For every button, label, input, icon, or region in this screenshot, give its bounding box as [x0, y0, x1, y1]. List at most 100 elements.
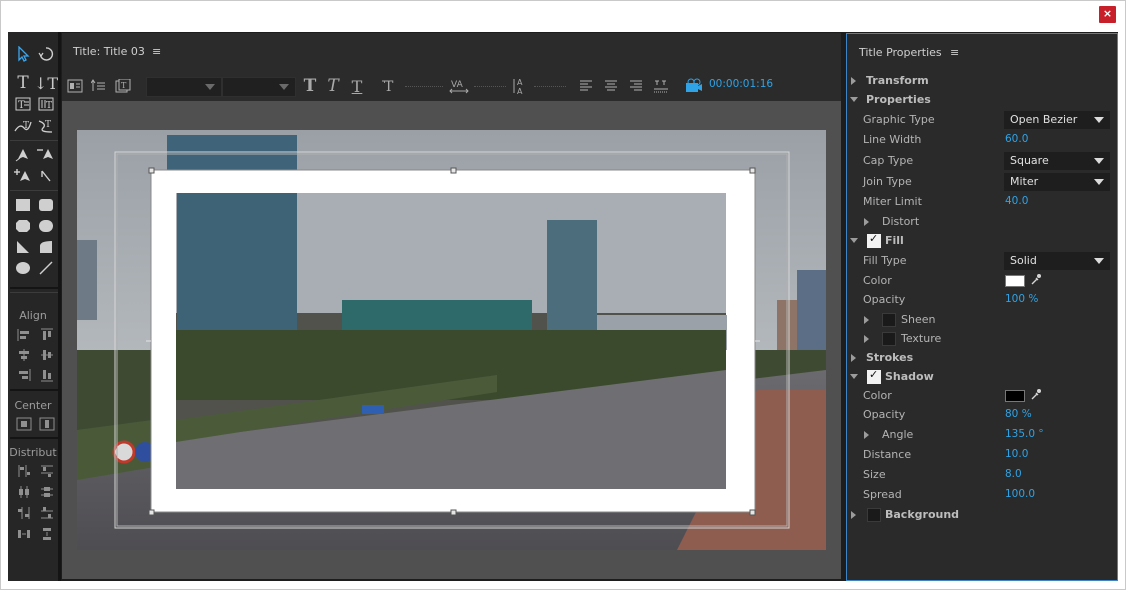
align-vertical-center-icon[interactable] [37, 345, 57, 365]
distort-row[interactable]: Distort [847, 213, 1117, 232]
font-size-icon[interactable]: T [382, 77, 400, 95]
shadow-spread-value[interactable]: 100.0 [1005, 488, 1035, 500]
svg-text:T: T [121, 81, 127, 90]
shadow-size-value[interactable]: 8.0 [1005, 468, 1022, 480]
distribute-vertical-space-icon[interactable] [37, 524, 57, 544]
shadow-opacity-value[interactable]: 80 % [1005, 408, 1032, 420]
distribute-vertical-center-icon[interactable] [37, 482, 57, 502]
svg-text:VA: VA [451, 80, 464, 90]
properties-panel-menu-icon[interactable]: ≡ [950, 46, 959, 59]
center-label: Center [14, 399, 52, 412]
selection-tool-icon[interactable] [13, 44, 33, 64]
shadow-distance-value[interactable]: 10.0 [1005, 448, 1028, 460]
align-top-icon[interactable] [37, 325, 57, 345]
section-properties[interactable]: Properties [847, 91, 1117, 110]
pen-tool-icon[interactable] [13, 144, 33, 164]
vertical-type-tool-icon[interactable]: ↓T [34, 73, 58, 93]
shadow-color-row: Color [847, 387, 1117, 406]
shadow-eyedropper-icon[interactable] [1030, 388, 1042, 404]
section-fill[interactable]: Fill [847, 232, 1117, 251]
sheen-checkbox[interactable] [882, 313, 896, 327]
align-text-right-icon[interactable] [627, 77, 645, 95]
align-text-left-icon[interactable] [577, 77, 595, 95]
area-type-tool-icon[interactable]: T [13, 94, 33, 114]
close-button[interactable]: × [1099, 6, 1116, 23]
align-horizontal-center-icon[interactable] [14, 345, 34, 365]
section-transform[interactable]: Transform [847, 72, 1117, 91]
distribute-horizontal-center-icon[interactable] [14, 482, 34, 502]
shadow-color-swatch[interactable] [1005, 390, 1025, 402]
svg-text:A: A [517, 78, 523, 87]
texture-checkbox[interactable] [882, 332, 896, 346]
wedge-tool-icon[interactable] [13, 237, 33, 257]
center-text-icon[interactable] [602, 77, 620, 95]
shadow-opacity-row: Opacity 80 % [863, 408, 1032, 421]
shadow-size-row: Size 8.0 [863, 468, 1022, 481]
distribute-bottom-icon[interactable] [37, 503, 57, 523]
arc-tool-icon[interactable] [36, 237, 56, 257]
roll-crawl-options-icon[interactable] [90, 77, 108, 95]
fill-opacity-row: Opacity 100 % [863, 293, 1039, 306]
shadow-spread-row: Spread 100.0 [863, 488, 1036, 501]
path-type-tool-icon[interactable]: T [13, 116, 33, 136]
cap-type-select[interactable]: Square [1004, 152, 1110, 170]
title-properties-panel: Title Properties ≡ Transform Properties … [846, 33, 1118, 581]
fill-eyedropper-icon[interactable] [1030, 273, 1042, 289]
fill-color-swatch[interactable] [1005, 275, 1025, 287]
convert-anchor-point-icon[interactable] [36, 166, 56, 186]
templates-icon[interactable]: T [114, 77, 132, 95]
fill-checkbox[interactable] [867, 232, 881, 248]
fill-opacity-value[interactable]: 100 % [1005, 293, 1038, 305]
align-right-icon[interactable] [14, 365, 34, 385]
texture-row[interactable]: Texture [847, 330, 1117, 349]
sheen-row[interactable]: Sheen [847, 311, 1117, 330]
show-background-video-icon[interactable] [684, 77, 704, 95]
title-panel-header: Title: Title 03 ≡ [62, 33, 841, 71]
new-title-icon[interactable] [66, 77, 84, 95]
graphic-type-select[interactable]: Open Bezier [1004, 111, 1110, 129]
bold-icon[interactable]: T [302, 76, 318, 96]
distribute-horizontal-space-icon[interactable] [14, 524, 34, 544]
font-family-dropdown[interactable] [146, 77, 222, 97]
background-checkbox[interactable] [867, 508, 881, 522]
align-bottom-icon[interactable] [37, 365, 57, 385]
title-toolbar: T T T T T VA AA 00:00:01:16 [62, 71, 841, 101]
underline-icon[interactable]: T [349, 77, 365, 96]
center-horizontally-icon[interactable] [14, 414, 34, 434]
rounded-rectangle-tool-icon[interactable] [36, 195, 56, 215]
section-strokes[interactable]: Strokes [847, 349, 1117, 368]
section-shadow[interactable]: Shadow [847, 368, 1117, 387]
leading-icon[interactable]: AA [510, 77, 530, 95]
rotation-tool-icon[interactable] [36, 44, 56, 64]
title-graphic-overlay[interactable] [77, 130, 826, 550]
tab-stops-icon[interactable] [652, 77, 670, 95]
fill-type-select[interactable]: Solid [1004, 252, 1110, 270]
kerning-icon[interactable]: VA [448, 77, 470, 95]
delete-anchor-point-icon[interactable] [36, 144, 56, 164]
shadow-angle-row: Angle 135.0 ° [847, 426, 1117, 445]
shadow-angle-value[interactable]: 135.0 ° [1005, 428, 1044, 440]
align-left-icon[interactable] [14, 325, 34, 345]
line-tool-icon[interactable] [36, 258, 56, 278]
miter-limit-value[interactable]: 40.0 [1005, 195, 1028, 207]
vertical-area-type-tool-icon[interactable]: T [36, 94, 56, 114]
font-style-dropdown[interactable] [222, 77, 296, 97]
rectangle-tool-icon[interactable] [13, 195, 33, 215]
shadow-checkbox[interactable] [867, 368, 881, 384]
join-type-select[interactable]: Miter [1004, 173, 1110, 191]
vertical-path-type-tool-icon[interactable]: T [36, 116, 56, 136]
ellipse-tool-icon[interactable] [13, 258, 33, 278]
type-tool-icon[interactable]: T [13, 73, 33, 93]
line-width-value[interactable]: 60.0 [1005, 133, 1028, 145]
distribute-right-icon[interactable] [14, 503, 34, 523]
distribute-top-icon[interactable] [37, 461, 57, 481]
title-panel-menu-icon[interactable]: ≡ [152, 45, 161, 58]
rounded-corner-rectangle-icon[interactable] [36, 216, 56, 236]
section-background[interactable]: Background [847, 506, 1117, 525]
italic-icon[interactable]: T [325, 76, 341, 96]
timecode-display[interactable]: 00:00:01:16 [709, 78, 773, 90]
add-anchor-point-icon[interactable] [13, 166, 33, 186]
center-vertically-icon[interactable] [37, 414, 57, 434]
distribute-left-icon[interactable] [14, 461, 34, 481]
clipped-corner-rectangle-icon[interactable] [13, 216, 33, 236]
